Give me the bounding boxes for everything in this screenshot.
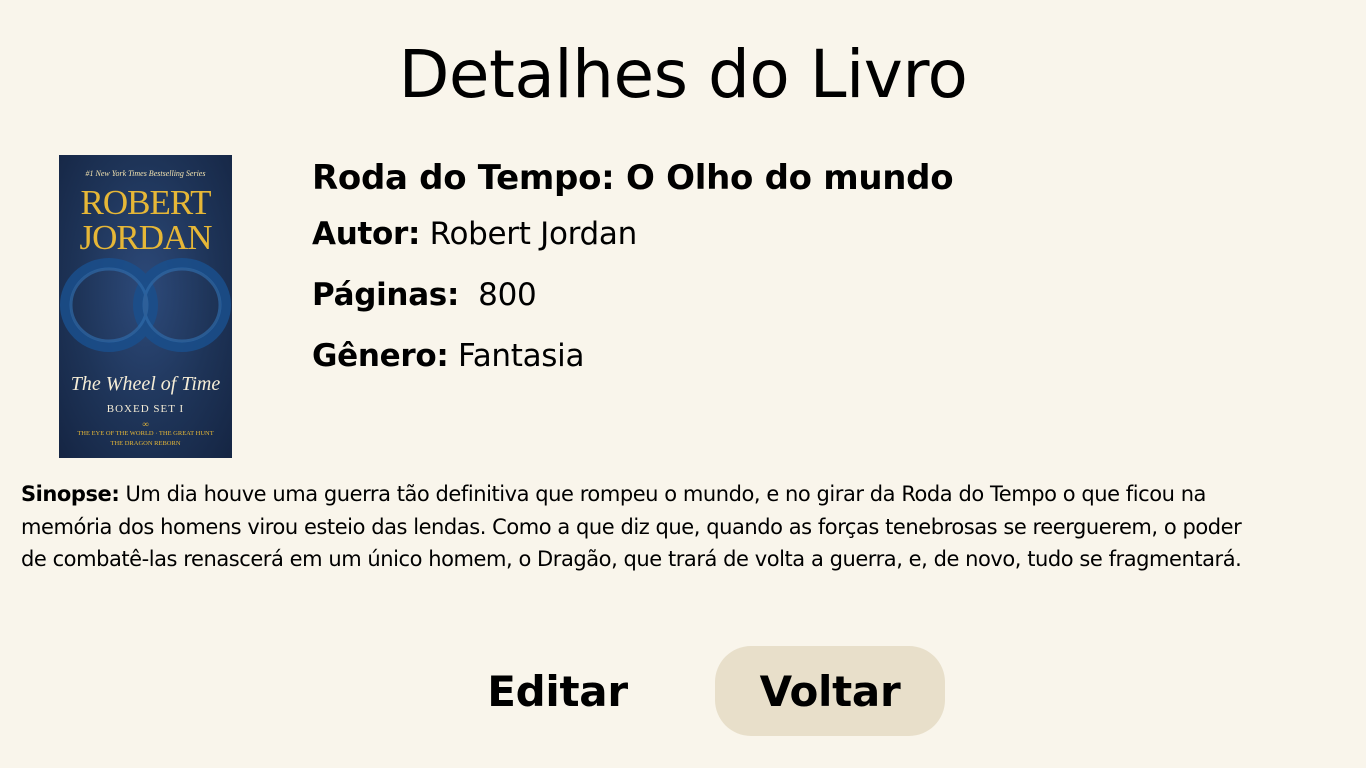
- author-row: Autor: Robert Jordan: [312, 204, 953, 265]
- cover-divider: ∞: [142, 419, 149, 429]
- pages-row: Páginas: 800: [312, 265, 953, 326]
- genre-label: Gênero:: [312, 338, 449, 374]
- cover-subtitle-line1: THE EYE OF THE WORLD · THE GREAT HUNT: [77, 430, 214, 437]
- pages-value: 800: [478, 277, 537, 313]
- synopsis: Sinopse: Um dia houve uma guerra tão def…: [21, 478, 1271, 576]
- edit-button[interactable]: Editar: [470, 646, 645, 736]
- cover-rings-art: [60, 258, 231, 352]
- book-details: Roda do Tempo: O Olho do mundo Autor: Ro…: [312, 152, 954, 387]
- book-cover-image: #1 New York Times Bestselling Series ROB…: [59, 155, 232, 458]
- cover-subtitles: THE EYE OF THE WORLD · THE GREAT HUNT TH…: [61, 429, 230, 449]
- cover-subtitle-line2: THE DRAGON REBORN: [110, 440, 181, 447]
- synopsis-text: Um dia houve uma guerra tão definitiva q…: [21, 482, 1242, 571]
- genre-value: Fantasia: [458, 338, 585, 374]
- cover-series: The Wheel of Time: [70, 373, 221, 395]
- author-label: Autor:: [312, 216, 421, 252]
- author-value: Robert Jordan: [429, 216, 638, 252]
- cover-author: ROBERT JORDAN: [59, 185, 232, 255]
- synopsis-label: Sinopse:: [21, 482, 120, 506]
- cover-boxed-set: BOXED SET I: [106, 403, 185, 415]
- back-button[interactable]: Voltar: [715, 646, 945, 736]
- cover-tagline: #1 New York Times Bestselling Series: [85, 169, 206, 178]
- cover-author-line1: ROBERT: [80, 183, 212, 222]
- genre-row: Gênero: Fantasia: [312, 326, 953, 387]
- pages-label: Páginas:: [312, 277, 460, 313]
- book-title: Roda do Tempo: O Olho do mundo: [312, 158, 954, 198]
- page-title: Detalhes do Livro: [398, 36, 968, 113]
